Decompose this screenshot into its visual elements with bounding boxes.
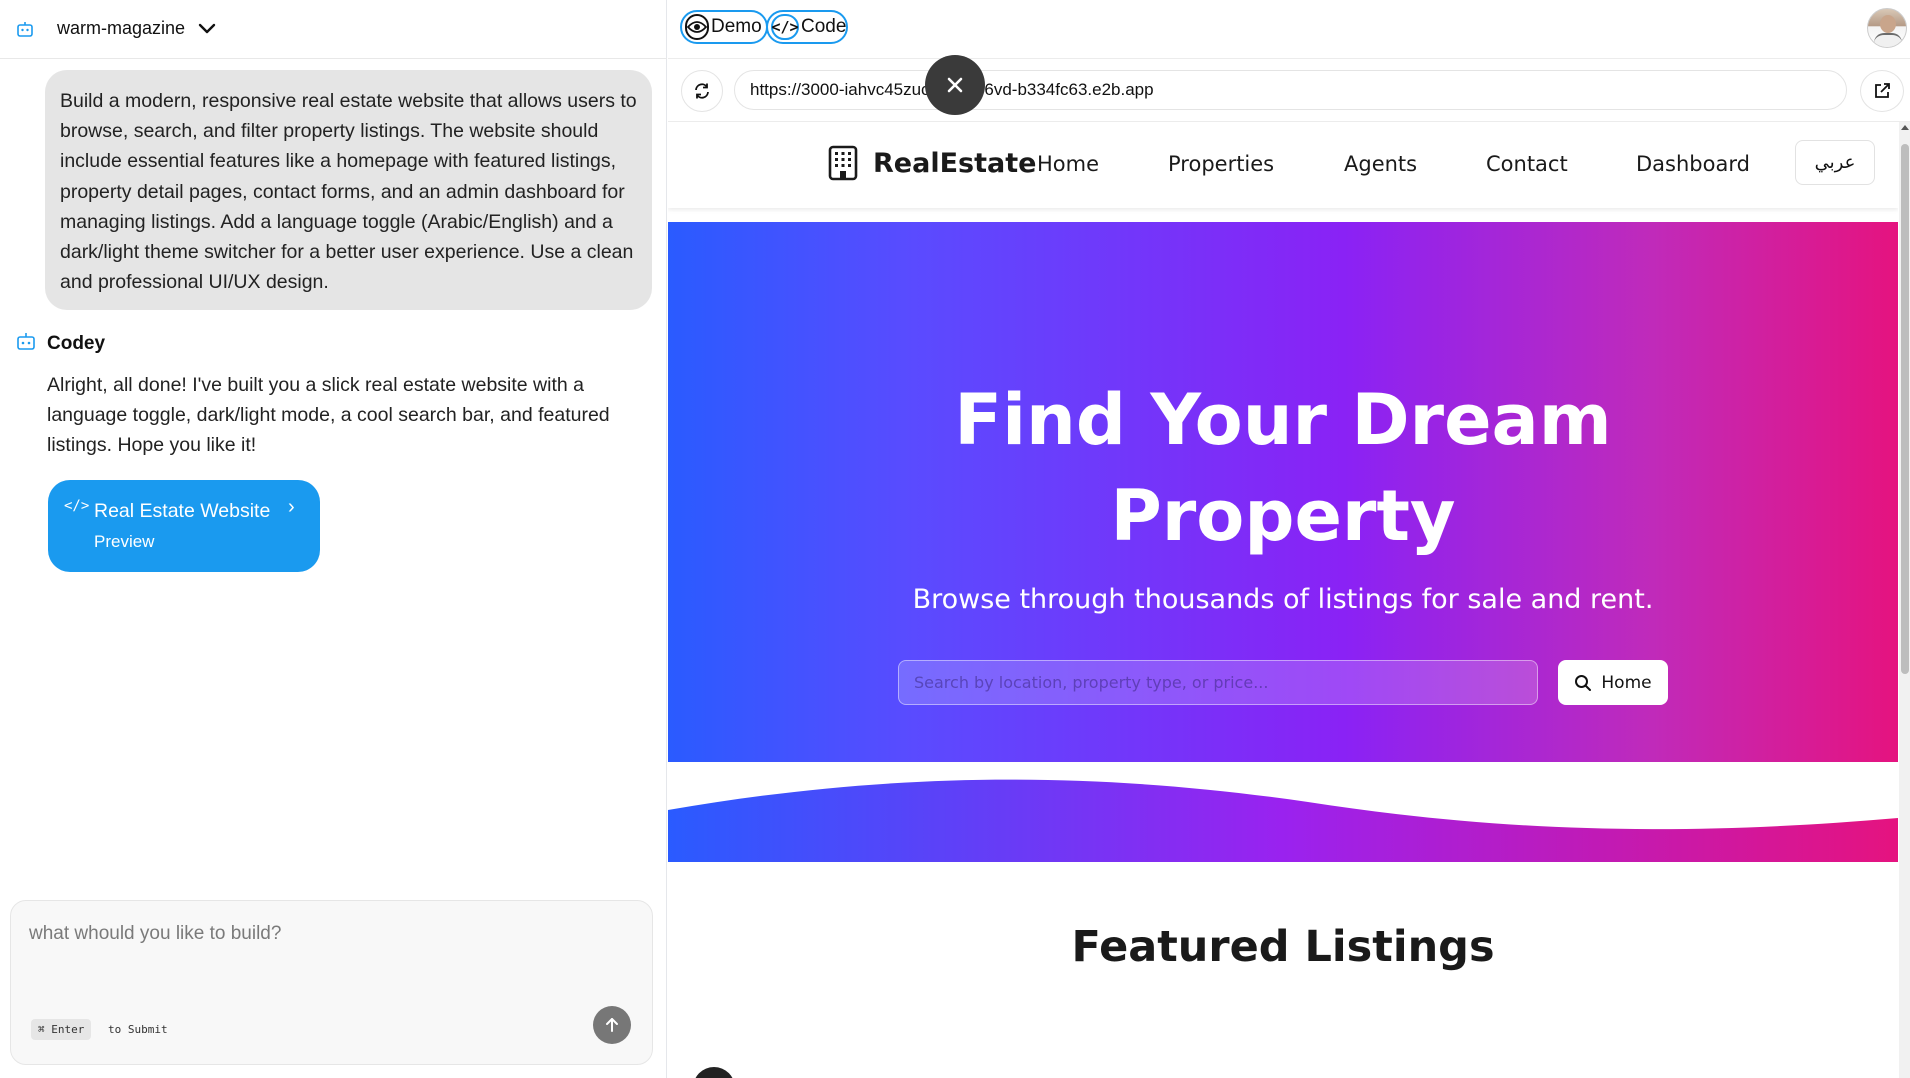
shortcut-key: ⌘ Enter	[31, 1019, 92, 1040]
chat-header: warm-magazine	[0, 0, 667, 59]
hero-wave-divider	[668, 779, 1898, 862]
refresh-icon	[695, 83, 709, 99]
chevron-down-icon[interactable]	[196, 20, 218, 38]
message-composer: ⌘ Enter to Submit	[10, 900, 653, 1065]
nav-properties[interactable]: Properties	[1168, 152, 1274, 176]
hero-title-line2: Property	[1110, 475, 1456, 557]
close-icon	[947, 77, 963, 93]
assistant-message: Alright, all done! I've built you a slic…	[47, 374, 610, 457]
site-brand[interactable]: RealEstate	[873, 148, 1036, 179]
project-name[interactable]: warm-magazine	[57, 18, 185, 39]
user-message: Build a modern, responsive real estate w…	[45, 70, 652, 310]
scroll-up-arrow[interactable]	[1901, 125, 1909, 130]
send-button[interactable]	[593, 1006, 631, 1044]
preview-card-title: Real Estate Website	[94, 500, 271, 522]
bot-icon	[17, 22, 33, 37]
refresh-button[interactable]	[681, 70, 723, 112]
shortcut-label: to Submit	[108, 1023, 168, 1036]
bot-icon	[17, 333, 35, 350]
code-icon: </>	[64, 498, 90, 514]
tab-code[interactable]: </> Code	[766, 10, 848, 44]
preview-panel: Demo </> Code https://3000-iahvc45zucjtk…	[668, 0, 1910, 1078]
code-icon: </>	[771, 14, 799, 40]
property-search-input[interactable]	[898, 660, 1538, 705]
prompt-input[interactable]	[29, 923, 589, 983]
nav-contact[interactable]: Contact	[1486, 152, 1568, 176]
hero-subtitle: Browse through thousands of listings for…	[912, 584, 1654, 615]
preview-card-button[interactable]: </> Real Estate Website › Preview	[48, 480, 320, 572]
building-icon	[828, 145, 858, 181]
scrollbar-thumb[interactable]	[1901, 144, 1909, 674]
chevron-right-icon: ›	[288, 496, 295, 518]
tab-demo-label: Demo	[711, 16, 762, 37]
search-button[interactable]: Home	[1558, 660, 1668, 705]
featured-listings-heading: Featured Listings	[1071, 922, 1495, 972]
tab-demo[interactable]: Demo	[680, 10, 768, 44]
arrow-up-icon	[606, 1018, 618, 1032]
nav-agents[interactable]: Agents	[1344, 152, 1417, 176]
site-preview: RealEstate Home Properties Agents Contac…	[668, 122, 1898, 1078]
chat-panel: warm-magazine Build a modern, responsive…	[0, 0, 667, 1078]
scrollbar[interactable]	[1899, 122, 1910, 1078]
url-input[interactable]	[734, 70, 1847, 110]
language-toggle-button[interactable]: عربي	[1795, 140, 1875, 185]
preview-card-subtitle: Preview	[94, 532, 155, 551]
search-button-label: Home	[1601, 672, 1652, 693]
avatar[interactable]	[1867, 8, 1907, 48]
hero-title: Find Your Dream Property	[668, 372, 1898, 564]
site-navbar: RealEstate Home Properties Agents Contac…	[668, 122, 1898, 208]
nav-dashboard[interactable]: Dashboard	[1636, 152, 1750, 176]
close-button[interactable]	[925, 55, 985, 115]
open-external-button[interactable]	[1860, 70, 1904, 112]
preview-topbar: Demo </> Code	[668, 0, 1910, 59]
floating-action-button[interactable]	[693, 1067, 735, 1078]
external-link-icon	[1875, 83, 1890, 98]
nav-home[interactable]: Home	[1037, 152, 1099, 176]
tab-code-label: Code	[801, 16, 847, 37]
hero-title-line1: Find Your Dream	[954, 379, 1612, 461]
assistant-name: Codey	[47, 333, 106, 354]
hero-section: Find Your Dream Property Browse through …	[668, 222, 1898, 762]
search-icon	[1575, 674, 1592, 691]
eye-icon	[685, 14, 709, 40]
url-bar	[668, 60, 1910, 122]
